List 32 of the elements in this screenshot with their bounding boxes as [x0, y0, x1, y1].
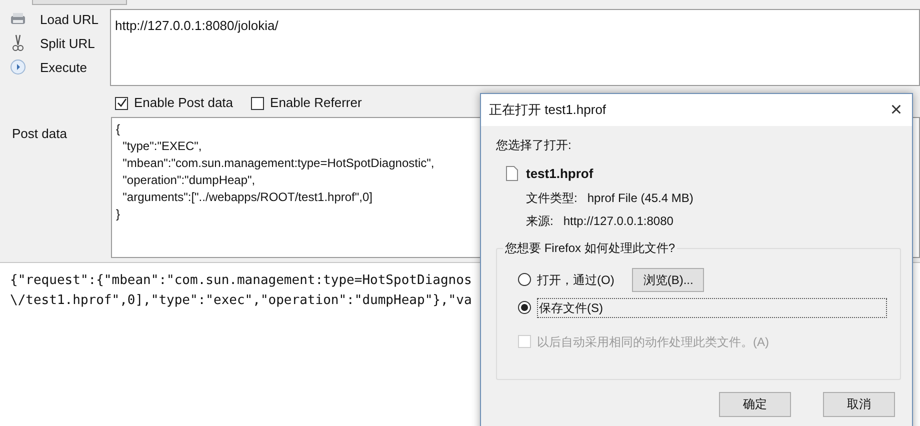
detail-label: 来源: — [526, 212, 554, 230]
checkbox[interactable] — [251, 96, 264, 110]
checkbox-label: Enable Post data — [134, 94, 234, 112]
radio-button[interactable] — [518, 273, 531, 286]
scissors-icon — [12, 34, 24, 52]
detail-value: http://127.0.0.1:8080 — [563, 212, 674, 230]
play-icon — [10, 59, 26, 75]
radio-button[interactable] — [518, 301, 531, 314]
check-icon — [116, 98, 126, 108]
file-icon — [506, 166, 518, 182]
post-data-label: Post data — [12, 126, 67, 141]
sidebar-button[interactable]: Load URL — [40, 12, 99, 26]
detail-value: hprof File (45.4 MB) — [587, 190, 694, 206]
dialog-title: 正在打开 test1.hprof — [489, 101, 606, 120]
response-text: {"request":{"mbean":"com.sun.management:type=HotSpotDiagnos — [10, 272, 472, 290]
dialog-button[interactable]: 取消 — [823, 392, 895, 416]
printer-icon — [10, 12, 26, 26]
checkbox-label: Enable Referrer — [270, 94, 362, 112]
radio-label: 保存文件(S) — [537, 298, 887, 318]
file-name: test1.hprof — [526, 165, 594, 183]
detail-label: 文件类型: — [526, 190, 578, 206]
close-button[interactable]: × — [890, 100, 902, 120]
dialog-heading: 您选择了打开: — [496, 137, 572, 154]
url-field[interactable]: http://127.0.0.1:8080/jolokia/ — [110, 9, 920, 86]
checkbox-label: 以后自动采用相同的动作处理此类文件。(A) — [537, 334, 769, 350]
sidebar-button[interactable]: Split URL — [40, 36, 95, 50]
browse-button[interactable]: 浏览(B)... — [632, 268, 704, 292]
dialog-button[interactable]: 确定 — [719, 392, 791, 416]
checkbox[interactable] — [115, 96, 128, 110]
response-text: \/test1.hprof",0],"type":"exec","operation":"dumpHeap"},"va — [10, 292, 472, 310]
sidebar-button[interactable]: Execute — [40, 60, 87, 74]
radio-label: 打开，通过(O) — [537, 272, 614, 288]
